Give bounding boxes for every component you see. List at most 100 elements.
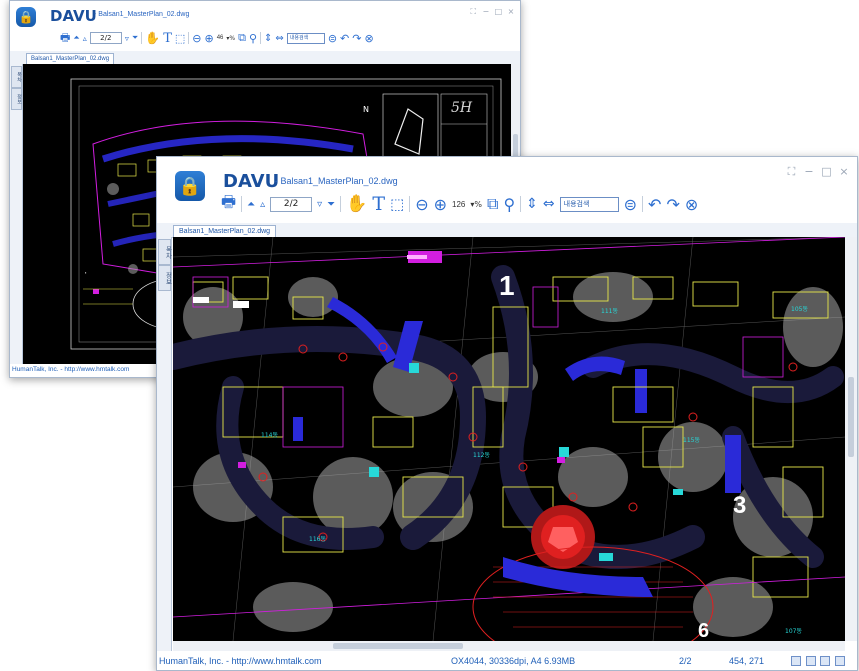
app-logo: 🔒 [16, 7, 36, 27]
zoom-level[interactable]: 126 [452, 200, 465, 209]
plan-label-1: 1 [499, 270, 515, 301]
single-page-icon[interactable] [805, 656, 816, 666]
view-mode-buttons [791, 656, 847, 668]
zoom-area-icon[interactable]: ⧉ [487, 194, 498, 214]
hand-tool-icon[interactable]: ✋ [145, 31, 160, 45]
building-tag-111: 111동 [601, 308, 618, 315]
printer-icon[interactable]: 🖶 [60, 29, 70, 48]
side-tab-info[interactable]: 정보 [158, 265, 171, 291]
horizontal-scroll-thumb[interactable] [333, 643, 463, 649]
fit-height-icon[interactable]: ⇕ [264, 33, 272, 44]
window-controls: ⛶ − □ × [785, 165, 852, 179]
zoom-area-icon[interactable]: ⧉ [238, 31, 246, 45]
toolbar-separator [520, 196, 522, 212]
maximize-icon[interactable]: □ [820, 165, 834, 178]
zoom-in-icon[interactable]: ⊕ [204, 32, 213, 45]
toolbar: 🖶 ⏶ ▵ 2/2 ▿ ⏷ ✋ T ⬚ ⊖ ⊕ 46 ▾% ⧉ ⚲ ⇕ ⇔ 내용… [60, 29, 374, 47]
zoom-out-icon[interactable]: ⊖ [415, 195, 428, 214]
last-page-icon[interactable]: ⏷ [327, 199, 335, 210]
play-icon[interactable] [791, 656, 801, 666]
app-brand: DAVU [223, 171, 280, 192]
rotate-left-icon[interactable]: ↶ [648, 195, 661, 214]
drawing-canvas[interactable]: 1 3 6 111동 105동 114동 112동 115동 116동 107동 [173, 237, 845, 641]
first-page-icon[interactable]: ⏶ [73, 33, 79, 43]
first-page-icon[interactable]: ⏶ [247, 199, 255, 210]
zoom-level[interactable]: 46 [217, 35, 224, 41]
area-select-icon[interactable]: ⬚ [175, 32, 185, 45]
close-doc-icon[interactable]: ⊗ [685, 195, 698, 214]
minimize-icon[interactable]: − [481, 7, 491, 16]
building-tag-105: 105동 [791, 306, 808, 313]
side-panel-tabs: 목차 정보 [157, 237, 172, 651]
window-controls: ⛶ − □ × [468, 7, 516, 17]
svg-text:N: N [363, 105, 369, 114]
grid-page-icon[interactable] [834, 656, 845, 666]
fullscreen-icon[interactable]: ⛶ [468, 7, 478, 17]
plan-logo-text: 5H [451, 100, 473, 116]
prev-page-icon[interactable]: ▵ [260, 199, 265, 210]
search-input[interactable]: 내용검색 [286, 32, 325, 44]
rotate-left-icon[interactable]: ↶ [340, 32, 349, 45]
title-bar: 🔒 DAVU - Balsan1_MasterPlan_02.dwg ⛶ − □… [10, 1, 520, 27]
plan-label-3: 3 [733, 492, 746, 519]
building-tag-116: 116동 [309, 536, 326, 543]
horizontal-scrollbar[interactable] [173, 641, 845, 651]
search-go-icon[interactable]: ⊜ [624, 195, 637, 214]
vertical-scroll-thumb[interactable] [848, 377, 854, 457]
side-tab-contents[interactable]: 목차 [11, 66, 22, 88]
close-icon[interactable]: × [837, 165, 851, 178]
next-page-icon[interactable]: ▿ [125, 34, 129, 43]
zoom-out-icon[interactable]: ⊖ [192, 32, 201, 45]
zoom-in-icon[interactable]: ⊕ [434, 195, 447, 214]
fit-width-icon[interactable]: ⇔ [543, 196, 555, 212]
status-company: HumanTalk, Inc. - http://www.hmtalk.com [159, 656, 322, 666]
fullscreen-icon[interactable]: ⛶ [785, 165, 799, 179]
app-brand: DAVU [50, 7, 97, 25]
side-tab-info[interactable]: 정보 [11, 88, 22, 110]
page-input[interactable]: 2/2 [89, 32, 122, 44]
fit-width-icon[interactable]: ⇔ [275, 33, 283, 44]
search-icon[interactable]: ⚲ [503, 195, 515, 214]
toolbar: 🖶 ⏶ ▵ 2/2 ▿ ⏷ ✋ T ⬚ ⊖ ⊕ 126 ▾% ⧉ ⚲ ⇕ ⇔ 내… [221, 191, 698, 218]
minimize-icon[interactable]: − [802, 165, 816, 178]
printer-icon[interactable]: 🖶 [221, 191, 236, 218]
svg-text:▪: ▪ [85, 270, 87, 275]
text-select-icon[interactable]: T [163, 31, 172, 46]
toolbar-separator [241, 196, 243, 212]
vertical-scrollbar[interactable] [845, 237, 857, 641]
search-icon[interactable]: ⚲ [249, 32, 257, 45]
text-select-icon[interactable]: T [372, 193, 385, 215]
toolbar-separator [409, 196, 411, 212]
rotate-right-icon[interactable]: ↷ [666, 195, 679, 214]
rotate-right-icon[interactable]: ↷ [352, 32, 361, 45]
maximize-icon[interactable]: □ [493, 7, 503, 16]
next-page-icon[interactable]: ▿ [317, 199, 322, 210]
search-input[interactable]: 내용검색 [559, 196, 619, 212]
area-select-icon[interactable]: ⬚ [390, 195, 404, 213]
page-input[interactable]: 2/2 [270, 196, 313, 212]
last-page-icon[interactable]: ⏷ [132, 33, 138, 43]
building-tag-112: 112동 [473, 452, 490, 459]
document-tab-bar: Balsan1_MasterPlan_02.dwg [157, 223, 857, 238]
percent-label: ▾% [470, 199, 483, 209]
plan-label-6: 6 [698, 620, 709, 641]
toolbar-separator [340, 196, 342, 212]
document-tab-bar: Balsan1_MasterPlan_02.dwg [10, 51, 520, 65]
side-tab-contents[interactable]: 목차 [158, 239, 171, 265]
double-page-icon[interactable] [820, 656, 831, 666]
fit-height-icon[interactable]: ⇕ [526, 196, 538, 212]
status-company: HumanTalk, Inc. - http://www.hmtalk.com [12, 366, 130, 373]
window-title: - Balsan1_MasterPlan_02.dwg [275, 176, 398, 186]
building-tag-107: 107동 [785, 628, 802, 635]
close-doc-icon[interactable]: ⊗ [364, 32, 373, 45]
search-go-icon[interactable]: ⊜ [328, 32, 337, 45]
toolbar-separator [260, 32, 262, 44]
status-bar: HumanTalk, Inc. - http://www.hmtalk.com … [157, 651, 857, 670]
close-icon[interactable]: × [506, 7, 516, 16]
window-title: - Balsan1_MasterPlan_02.dwg [94, 11, 190, 18]
hand-tool-icon[interactable]: ✋ [346, 194, 367, 214]
building-tag-115: 115동 [683, 437, 700, 444]
title-bar: 🔒 DAVU - Balsan1_MasterPlan_02.dwg ⛶ − □… [157, 157, 857, 201]
prev-page-icon[interactable]: ▵ [83, 34, 87, 43]
toolbar-separator [188, 32, 190, 44]
